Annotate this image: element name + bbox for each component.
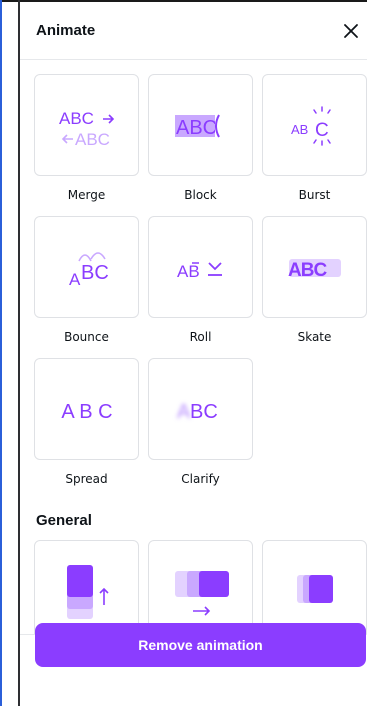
skate-preview-icon: ABC <box>288 259 341 281</box>
animation-label-spread: Spread <box>65 472 108 486</box>
svg-text:A B C: A B C <box>61 401 112 423</box>
svg-text:AB: AB <box>177 262 200 281</box>
window-left-border <box>0 0 2 706</box>
svg-text:C: C <box>315 120 329 141</box>
svg-text:ABC: ABC <box>288 260 327 281</box>
animation-tile-skate[interactable]: ABC <box>262 216 367 318</box>
panel-header: Animate <box>20 2 367 60</box>
svg-text:ABC: ABC <box>59 109 94 128</box>
spread-preview-icon: A B C <box>61 401 112 423</box>
general-section-title: General <box>36 512 92 529</box>
animation-tile-burst[interactable]: AB C <box>262 74 367 176</box>
animation-label-clarify: Clarify <box>181 472 220 486</box>
svg-text:ABC: ABC <box>75 130 110 149</box>
close-icon <box>344 24 358 38</box>
animation-label-roll: Roll <box>189 330 212 344</box>
animation-tile-block[interactable]: ABC <box>148 74 253 176</box>
animation-label-skate: Skate <box>297 330 332 344</box>
animation-tile-clarify[interactable]: A BC <box>148 358 253 460</box>
animation-tile-bounce[interactable]: A BC <box>34 216 139 318</box>
animate-panel: Animate ABC ABC Merge ABC Block AB C Bur… <box>20 2 367 706</box>
burst-preview-icon: AB C <box>291 106 331 146</box>
close-button[interactable] <box>340 20 362 42</box>
svg-text:A: A <box>69 270 81 289</box>
svg-text:BC: BC <box>81 262 109 284</box>
panel-title: Animate <box>36 22 96 39</box>
animation-label-bounce: Bounce <box>64 330 109 344</box>
animation-tile-roll[interactable]: AB <box>148 216 253 318</box>
animation-tile-merge[interactable]: ABC ABC <box>34 74 139 176</box>
svg-text:BC: BC <box>190 401 218 423</box>
block-preview-icon: ABC <box>175 113 227 139</box>
svg-text:AB: AB <box>291 122 308 137</box>
animation-label-block: Block <box>184 188 217 202</box>
remove-animation-button[interactable]: Remove animation <box>35 623 366 667</box>
svg-text:A: A <box>177 401 191 423</box>
animation-label-merge: Merge <box>67 188 106 202</box>
clarify-preview-icon: A BC <box>177 401 218 423</box>
svg-text:ABC: ABC <box>176 117 217 139</box>
bounce-preview-icon: A BC <box>69 252 109 289</box>
animation-tile-spread[interactable]: A B C <box>34 358 139 460</box>
roll-preview-icon: AB <box>177 262 222 281</box>
animation-label-burst: Burst <box>298 188 331 202</box>
merge-preview-icon: ABC ABC <box>59 109 115 149</box>
